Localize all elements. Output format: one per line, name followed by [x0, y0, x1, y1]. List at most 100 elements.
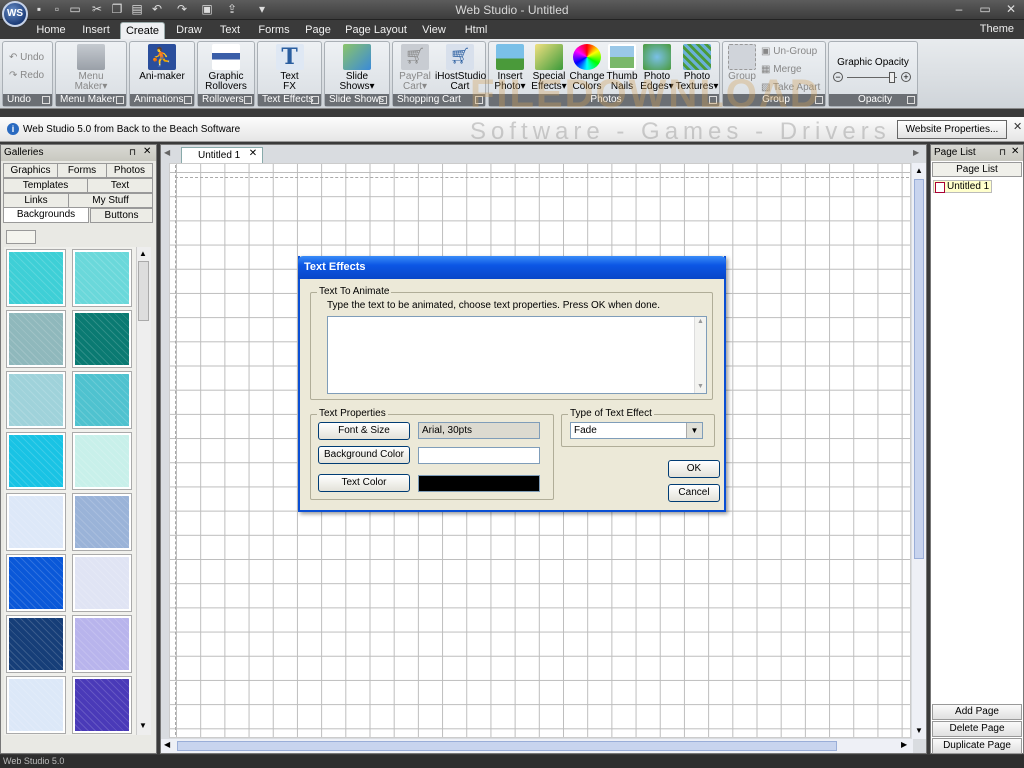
scroll-left-icon[interactable]: ◀: [164, 740, 170, 749]
slide-shows-button[interactable]: Slide Shows▾: [325, 44, 389, 92]
paste-icon[interactable]: ▤: [130, 2, 144, 16]
minimize-icon[interactable]: –: [946, 2, 972, 17]
background-thumbnail[interactable]: [72, 310, 132, 368]
ok-button[interactable]: OK: [668, 460, 720, 478]
redo-icon[interactable]: ↷: [175, 2, 189, 16]
tab-forms[interactable]: Forms: [254, 22, 294, 39]
close-infobar-icon[interactable]: ✕: [1013, 120, 1022, 133]
background-color-button[interactable]: Background Color: [318, 446, 410, 464]
background-thumbnail[interactable]: [6, 676, 66, 734]
open-icon[interactable]: ▭: [68, 2, 82, 16]
add-page-button[interactable]: Add Page: [932, 704, 1022, 720]
tab-page-layout[interactable]: Page Layout: [344, 22, 408, 39]
background-thumbnail[interactable]: [6, 249, 66, 307]
theme-menu[interactable]: Theme: [980, 23, 1014, 35]
tab-text[interactable]: Text: [212, 22, 248, 39]
effect-type-dropdown[interactable]: Fade: [570, 422, 703, 439]
cancel-button[interactable]: Cancel: [668, 484, 720, 502]
delete-page-button[interactable]: Delete Page: [932, 721, 1022, 737]
font-size-button[interactable]: Font & Size: [318, 422, 410, 440]
textarea-scrollbar[interactable]: ▲ ▼: [694, 317, 706, 393]
horizontal-scroll-thumb[interactable]: [177, 741, 837, 751]
tab-draw[interactable]: Draw: [170, 22, 208, 39]
app-logo[interactable]: WS: [2, 1, 28, 27]
text-fx-button[interactable]: T Text FX: [258, 44, 321, 92]
website-properties-button[interactable]: Website Properties...: [897, 120, 1007, 139]
gallery-tab-graphics[interactable]: Graphics: [3, 163, 58, 178]
group-launcher-icon[interactable]: [244, 96, 252, 104]
publish-icon[interactable]: ⇪: [225, 2, 239, 16]
gallery-tab-my-stuff[interactable]: My Stuff: [68, 193, 153, 208]
scroll-up-icon[interactable]: ▲: [697, 318, 704, 325]
background-thumbnail[interactable]: [72, 249, 132, 307]
tab-view[interactable]: View: [416, 22, 452, 39]
gallery-tab-backgrounds[interactable]: Backgrounds: [3, 207, 89, 223]
graphic-rollovers-button[interactable]: Graphic Rollovers: [198, 44, 254, 92]
background-thumbnail[interactable]: [72, 554, 132, 612]
tab-scroll-left-icon[interactable]: ◀: [164, 148, 170, 157]
close-icon[interactable]: ✕: [143, 146, 151, 157]
gallery-tab-forms[interactable]: Forms: [57, 163, 107, 178]
copy-icon[interactable]: ❐: [110, 2, 124, 16]
animate-text-input[interactable]: [327, 316, 707, 394]
background-thumbnail[interactable]: [6, 310, 66, 368]
paypal-cart-button[interactable]: 🛒︎ PayPal Cart▾: [395, 44, 435, 92]
gallery-tab-buttons[interactable]: Buttons: [90, 208, 153, 223]
opacity-slider-thumb[interactable]: [889, 72, 895, 83]
background-thumbnail[interactable]: [72, 432, 132, 490]
redo-button[interactable]: ↷ Redo: [9, 70, 44, 81]
new-icon[interactable]: ▫: [50, 2, 64, 16]
background-thumbnail[interactable]: [72, 493, 132, 551]
background-thumbnail[interactable]: [72, 615, 132, 673]
folder-icon[interactable]: [6, 230, 36, 244]
ungroup-button[interactable]: ▣ Un-Group: [761, 46, 817, 57]
group-launcher-icon[interactable]: [379, 96, 387, 104]
group-launcher-icon[interactable]: [184, 96, 192, 104]
undo-button[interactable]: ↶ Undo: [9, 52, 44, 63]
maximize-icon[interactable]: ▭: [972, 2, 998, 17]
close-tab-icon[interactable]: ✕: [247, 148, 259, 160]
page-list-item[interactable]: Untitled 1: [933, 180, 993, 193]
gallery-tab-text[interactable]: Text: [87, 178, 153, 193]
background-thumbnail[interactable]: [6, 554, 66, 612]
duplicate-page-button[interactable]: Duplicate Page: [932, 738, 1022, 754]
scroll-down-icon[interactable]: ▼: [697, 383, 704, 390]
page-list-tab[interactable]: Page List: [932, 162, 1022, 177]
menu-maker-button[interactable]: Menu Maker▾: [56, 44, 126, 92]
pin-icon[interactable]: ⊓: [129, 147, 136, 158]
chevron-down-icon[interactable]: ▼: [686, 423, 702, 438]
scroll-up-icon[interactable]: ▲: [915, 166, 923, 175]
background-thumbnail[interactable]: [72, 676, 132, 734]
customize-icon[interactable]: ▾: [252, 2, 272, 16]
scroll-down-icon[interactable]: ▼: [139, 721, 147, 730]
gallery-scrollbar[interactable]: ▲ ▼: [136, 247, 151, 735]
gallery-tab-templates[interactable]: Templates: [3, 178, 88, 193]
pin-icon[interactable]: ⊓: [999, 147, 1006, 158]
close-icon[interactable]: ✕: [998, 2, 1024, 17]
group-launcher-icon[interactable]: [42, 96, 50, 104]
tab-html[interactable]: Html: [458, 22, 494, 39]
scroll-down-icon[interactable]: ▼: [915, 726, 923, 735]
cut-icon[interactable]: ✂: [90, 2, 104, 16]
background-thumbnail[interactable]: [6, 371, 66, 429]
scroll-up-icon[interactable]: ▲: [139, 249, 147, 258]
zoom-out-icon[interactable]: −: [833, 72, 843, 82]
group-launcher-icon[interactable]: [116, 96, 124, 104]
tab-create[interactable]: Create: [120, 22, 165, 39]
vertical-scroll-thumb[interactable]: [914, 179, 924, 559]
tab-scroll-right-icon[interactable]: ▶: [913, 148, 919, 157]
close-icon[interactable]: ✕: [1011, 146, 1019, 157]
background-thumbnail[interactable]: [6, 615, 66, 673]
gallery-tab-photos[interactable]: Photos: [106, 163, 153, 178]
zoom-in-icon[interactable]: +: [901, 72, 911, 82]
tab-page[interactable]: Page: [300, 22, 336, 39]
gallery-tab-links[interactable]: Links: [3, 193, 69, 208]
save-icon[interactable]: ▪: [32, 2, 46, 16]
preview-icon[interactable]: ▣: [200, 2, 214, 16]
undo-icon[interactable]: ↶: [150, 2, 164, 16]
background-thumbnail[interactable]: [72, 371, 132, 429]
group-launcher-icon[interactable]: [907, 96, 915, 104]
background-thumbnail[interactable]: [6, 493, 66, 551]
background-thumbnail[interactable]: [6, 432, 66, 490]
scroll-thumb[interactable]: [138, 261, 149, 321]
